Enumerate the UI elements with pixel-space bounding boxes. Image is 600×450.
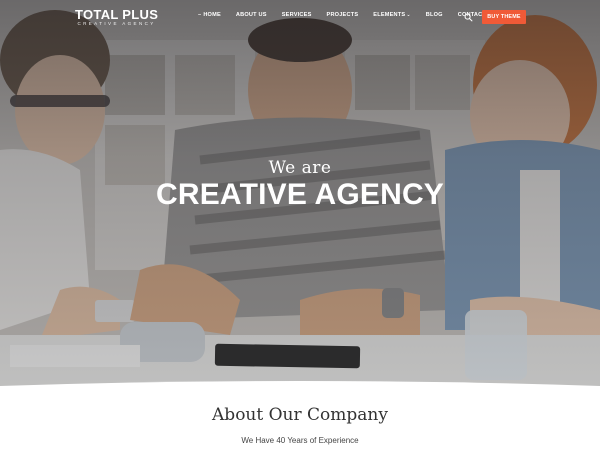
nav-item-services[interactable]: SERVICES — [282, 12, 312, 18]
nav-item-home[interactable]: – HOME — [198, 12, 221, 18]
nav-item-projects[interactable]: PROJECTS — [327, 12, 359, 18]
hero-bottom-curve — [0, 381, 600, 392]
hero-title: CREATIVE AGENCY — [155, 178, 445, 211]
logo[interactable]: TOTAL PLUS CREATIVE AGENCY — [75, 8, 158, 27]
nav-item-blog[interactable]: BLOG — [426, 12, 443, 18]
logo-tagline: CREATIVE AGENCY — [77, 21, 156, 26]
nav-item-label: BLOG — [425, 12, 443, 18]
nav-item-label: ELEMENTS — [373, 12, 406, 18]
nav-item-label: ABOUT US — [235, 12, 267, 18]
hero-section: TOTAL PLUS CREATIVE AGENCY – HOME ABOUT … — [0, 0, 600, 392]
nav-item-about-us[interactable]: ABOUT US — [236, 12, 267, 18]
nav-item-elements[interactable]: ELEMENTS ⌄ — [373, 12, 410, 18]
nav-item-label: SERVICES — [281, 12, 312, 18]
about-section-title: About Our Company — [212, 405, 388, 425]
search-icon[interactable] — [464, 13, 473, 22]
buy-theme-button[interactable]: BUY THEME — [482, 10, 526, 24]
nav-item-label: HOME — [203, 12, 221, 18]
about-section-subtitle: We Have 40 Years of Experience — [241, 436, 359, 445]
hero-pretitle: We are — [268, 158, 332, 178]
active-indicator-icon: – — [198, 12, 202, 18]
logo-text: TOTAL PLUS — [75, 7, 159, 22]
nav-item-label: PROJECTS — [326, 12, 359, 18]
site-header: TOTAL PLUS CREATIVE AGENCY – HOME ABOUT … — [0, 0, 600, 36]
chevron-down-icon: ⌄ — [406, 12, 411, 18]
